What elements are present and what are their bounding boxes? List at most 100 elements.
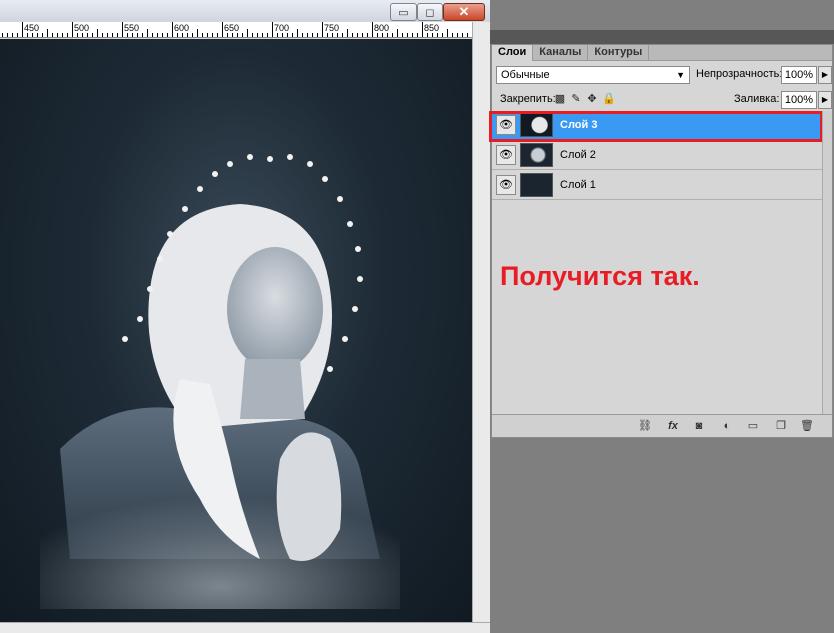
ruler-tick-minor <box>67 33 68 37</box>
eye-icon[interactable]: 👁 <box>496 175 516 195</box>
layer-name: Слой 2 <box>560 149 596 161</box>
layer-name: Слой 1 <box>560 179 596 191</box>
ruler-tick-minor <box>387 33 388 37</box>
panel-scrollbar[interactable] <box>822 111 832 414</box>
minimize-button[interactable]: ▭ <box>390 3 417 21</box>
fill-input[interactable]: 100% <box>781 91 817 109</box>
ruler-tick-minor <box>92 33 93 37</box>
tab-layers[interactable]: Слои <box>492 45 534 61</box>
layer-row[interactable]: 👁 Слой 2 <box>492 141 822 170</box>
ruler-tick-minor <box>72 29 73 37</box>
image-canvas[interactable] <box>0 39 472 622</box>
vertical-scrollbar[interactable] <box>472 22 490 622</box>
blend-mode-select[interactable]: Обычные ▼ <box>496 66 690 84</box>
ruler-tick-minor <box>32 33 33 37</box>
ruler-tick-minor <box>257 33 258 37</box>
layer-row[interactable]: 👁 Слой 1 <box>492 171 822 200</box>
opacity-slider-arrow-icon[interactable]: ▶ <box>818 66 832 84</box>
lock-all-icon[interactable]: 🔒 <box>602 93 616 105</box>
ruler-tick-minor <box>12 33 13 37</box>
close-button[interactable]: ✕ <box>443 3 485 21</box>
ruler-tick-minor <box>297 29 298 37</box>
ruler-tick-minor <box>197 29 198 37</box>
ruler-tick-minor <box>357 33 358 37</box>
ruler-tick-minor <box>132 33 133 37</box>
eye-icon[interactable]: 👁 <box>496 115 516 135</box>
maximize-button[interactable]: ◻ <box>417 3 443 21</box>
fx-icon[interactable]: fx <box>664 419 682 433</box>
ruler-tick-minor <box>442 33 443 37</box>
ruler-tick-minor <box>312 33 313 37</box>
ruler-tick-minor <box>182 33 183 37</box>
folder-icon[interactable]: ▭ <box>744 419 762 433</box>
ruler-tick-minor <box>117 33 118 37</box>
ruler-tick-minor <box>332 33 333 37</box>
trash-icon[interactable]: 🗑 <box>798 419 816 433</box>
ruler-tick-minor <box>367 33 368 37</box>
ruler-tick-minor <box>232 33 233 37</box>
ruler-tick-minor <box>407 33 408 37</box>
fill-slider-arrow-icon[interactable]: ▶ <box>818 91 832 109</box>
ruler-tick-minor <box>432 33 433 37</box>
ruler-tick-minor <box>287 33 288 37</box>
horizontal-ruler[interactable]: 450 500 550 600 650 700 750 800 850 <box>0 22 472 38</box>
ruler-tick-minor <box>87 33 88 37</box>
ruler-tick-minor <box>282 33 283 37</box>
ruler-tick-minor <box>447 29 448 37</box>
new-layer-icon[interactable]: ❐ <box>772 419 790 433</box>
lock-transparency-icon[interactable]: ▩ <box>554 93 566 105</box>
ruler-label: 550 <box>124 23 140 33</box>
ruler-tick-minor <box>372 29 373 37</box>
lock-move-icon[interactable]: ✥ <box>586 93 598 105</box>
adjustment-icon[interactable]: ◐ <box>718 419 736 433</box>
layer-name: Слой 3 <box>560 119 598 131</box>
ruler-tick-minor <box>52 33 53 37</box>
ruler-tick-minor <box>22 29 23 37</box>
ruler-tick-minor <box>272 29 273 37</box>
portrait-image <box>40 154 400 609</box>
ruler-tick-minor <box>2 33 3 37</box>
ruler-tick-minor <box>302 33 303 37</box>
ruler-tick-minor <box>222 29 223 37</box>
ruler-label: 800 <box>374 23 390 33</box>
opacity-input[interactable]: 100% <box>781 66 817 84</box>
mask-icon[interactable]: ◙ <box>690 419 708 433</box>
ruler-tick-minor <box>62 33 63 37</box>
ruler-label: 850 <box>424 23 440 33</box>
tab-paths[interactable]: Контуры <box>588 45 650 61</box>
layer-row[interactable]: 👁 Слой 3 <box>489 111 823 142</box>
horizontal-scrollbar[interactable] <box>0 622 490 633</box>
link-icon[interactable]: ⛓ <box>636 419 654 433</box>
ruler-tick-minor <box>47 29 48 37</box>
eye-icon[interactable]: 👁 <box>496 145 516 165</box>
layers-panel: Слои Каналы Контуры Обычные ▼ Непрозрачн… <box>489 44 833 438</box>
ruler-tick-minor <box>392 33 393 37</box>
ruler-tick-minor <box>17 33 18 37</box>
ruler-tick-minor <box>202 33 203 37</box>
ruler-tick-minor <box>242 33 243 37</box>
lock-label: Закрепить: <box>500 93 556 105</box>
blend-mode-value: Обычные <box>501 69 550 81</box>
tab-channels[interactable]: Каналы <box>533 45 589 61</box>
lock-brush-icon[interactable]: ✎ <box>570 93 582 105</box>
ruler-tick-minor <box>352 33 353 37</box>
ruler-tick-minor <box>467 33 468 37</box>
panel-tabs: Слои Каналы Контуры <box>492 45 832 61</box>
ruler-tick-minor <box>402 33 403 37</box>
ruler-tick-minor <box>397 29 398 37</box>
document-window: ▭ ◻ ✕ 450 500 550 600 650 700 750 800 850 <box>0 0 490 633</box>
annotation-text: Получится так. <box>500 261 700 291</box>
ruler-tick-minor <box>322 29 323 37</box>
ruler-tick-minor <box>142 33 143 37</box>
ruler-tick-minor <box>27 33 28 37</box>
ruler-label: 450 <box>24 23 40 33</box>
ruler-tick-minor <box>307 33 308 37</box>
ruler-tick-minor <box>227 33 228 37</box>
layers-list: 👁 Слой 3 👁 Слой 2 👁 Слой 1 Получится так… <box>489 111 823 403</box>
ruler-tick-minor <box>382 33 383 37</box>
ruler-tick-minor <box>292 33 293 37</box>
ruler-tick-minor <box>102 33 103 37</box>
ruler-tick-minor <box>427 33 428 37</box>
ruler-tick-minor <box>267 33 268 37</box>
ruler-tick-minor <box>107 33 108 37</box>
